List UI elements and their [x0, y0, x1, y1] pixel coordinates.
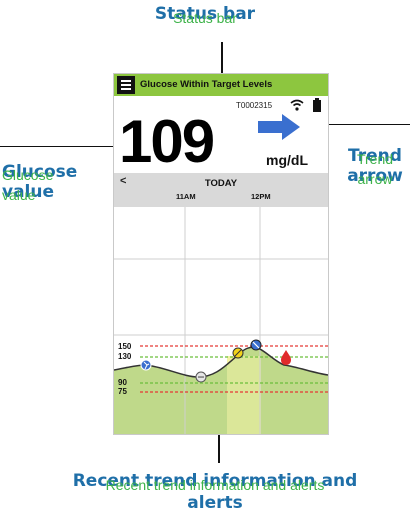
y-tick-75: 75: [118, 387, 127, 396]
trend-chart: 150 130 90 75: [114, 207, 328, 434]
status-bar-callout-overlay: Status bar: [173, 10, 237, 26]
battery-icon: [313, 98, 321, 112]
exercise-icon: [140, 359, 152, 371]
meal-icon: [195, 371, 207, 383]
status-bar: Glucose Within Target Levels: [114, 74, 328, 96]
signal-icon: [290, 99, 304, 111]
glucose-value-leader: [0, 146, 124, 147]
phone-screen: Glucose Within Target Levels T0002315 10…: [113, 73, 329, 435]
recent-trend-callout-overlay: Recent trend information and alerts: [105, 477, 325, 493]
hour-label-11am: 11AM: [176, 192, 196, 201]
status-text: Glucose Within Target Levels: [140, 79, 273, 90]
day-navigation-bar: < TODAY 11AM 12PM: [114, 173, 328, 207]
syringe-icon: [250, 339, 262, 351]
y-tick-150: 150: [118, 342, 132, 351]
insulin-icon: [232, 347, 244, 359]
blood-drop-icon: [281, 350, 291, 365]
trend-arrow-callout: Trend arrow Trend arrow: [340, 146, 410, 187]
status-bar-callout: Status bar Status bar: [140, 6, 270, 26]
glucose-value-callout: Glucose value Glucose value: [2, 162, 106, 203]
status-bar-leader: [221, 42, 223, 74]
y-tick-130: 130: [118, 352, 132, 361]
hour-label-12pm: 12PM: [251, 192, 271, 201]
trend-arrow-callout-overlay: Trend arrow: [356, 151, 394, 187]
transmitter-id: T0002315: [236, 101, 273, 110]
glucose-unit: mg/dL: [266, 152, 308, 168]
glucose-value: 109: [119, 108, 215, 175]
recent-trend-callout: Recent trend information and alerts Rece…: [70, 470, 360, 514]
trend-arrow-right-icon: [258, 114, 300, 140]
y-tick-90: 90: [118, 378, 127, 387]
menu-icon[interactable]: [117, 76, 135, 94]
glucose-value-callout-overlay: Glucose value: [2, 167, 54, 203]
day-label: TODAY: [204, 178, 238, 189]
